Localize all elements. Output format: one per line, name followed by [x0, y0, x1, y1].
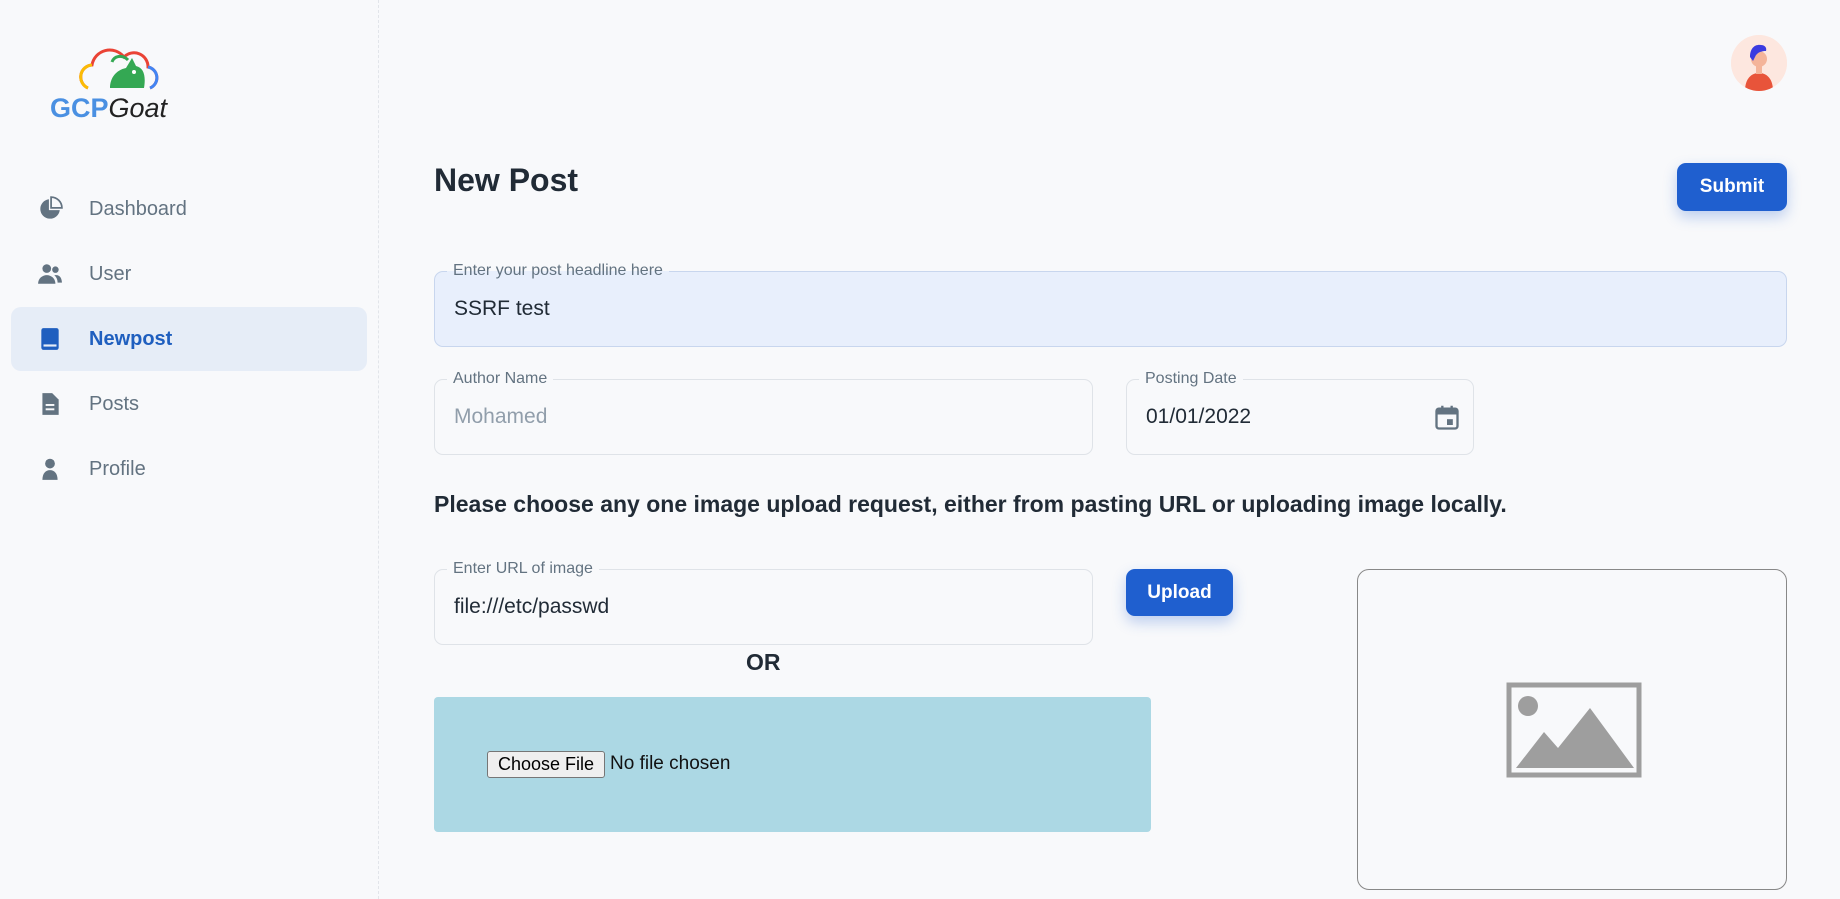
- sidebar-item-user[interactable]: User: [11, 242, 367, 306]
- sidebar-item-posts[interactable]: Posts: [11, 372, 367, 436]
- image-placeholder-icon: [1506, 682, 1642, 778]
- logo-goat: Goat: [108, 93, 168, 123]
- sidebar-item-label: Newpost: [89, 327, 173, 350]
- sidebar-item-profile[interactable]: Profile: [11, 437, 367, 501]
- posting-date-input[interactable]: 01/01/2022: [1146, 380, 1251, 454]
- posting-date-field[interactable]: Posting Date 01/01/2022: [1126, 369, 1474, 455]
- gcpgoat-logo[interactable]: GCPGoat: [48, 48, 188, 124]
- calendar-icon[interactable]: [1433, 404, 1461, 432]
- person-icon: [36, 455, 64, 483]
- book-icon: [36, 325, 64, 353]
- sidebar-item-dashboard[interactable]: Dashboard: [11, 177, 367, 241]
- sidebar-item-newpost[interactable]: Newpost: [11, 307, 367, 371]
- upload-button[interactable]: Upload: [1126, 569, 1233, 616]
- headline-input[interactable]: SSRF test: [454, 272, 550, 346]
- sidebar-item-label: Profile: [89, 457, 146, 480]
- sidebar: GCPGoat Dashboard User Newpost Posts Pro…: [0, 0, 379, 899]
- author-field[interactable]: Author Name Mohamed: [434, 369, 1093, 455]
- submit-button[interactable]: Submit: [1677, 163, 1787, 211]
- cloud-goat-icon: [79, 48, 159, 90]
- sidebar-item-label: Posts: [89, 392, 140, 415]
- pie-chart-icon: [36, 195, 64, 223]
- image-url-input[interactable]: file:///etc/passwd: [454, 570, 609, 644]
- users-icon: [36, 260, 64, 288]
- choose-file-button[interactable]: Choose File: [487, 751, 605, 778]
- upload-instructions: Please choose any one image upload reque…: [434, 491, 1507, 517]
- sidebar-item-label: User: [89, 262, 132, 285]
- file-upload-area[interactable]: Choose File No file chosen: [434, 697, 1151, 832]
- file-status: No file chosen: [610, 753, 731, 774]
- logo-gcp: GCP: [50, 93, 109, 123]
- image-preview: [1357, 569, 1787, 890]
- page-title: New Post: [434, 162, 579, 198]
- author-input[interactable]: Mohamed: [454, 380, 547, 454]
- sidebar-nav: Dashboard User Newpost Posts Profile: [11, 177, 367, 502]
- document-icon: [36, 390, 64, 418]
- user-avatar-icon[interactable]: [1731, 35, 1787, 91]
- or-divider: OR: [746, 649, 781, 675]
- image-url-field[interactable]: Enter URL of image file:///etc/passwd: [434, 559, 1093, 645]
- sidebar-item-label: Dashboard: [89, 197, 187, 220]
- headline-field[interactable]: Enter your post headline here SSRF test: [434, 261, 1787, 347]
- logo-text: GCPGoat: [50, 92, 167, 124]
